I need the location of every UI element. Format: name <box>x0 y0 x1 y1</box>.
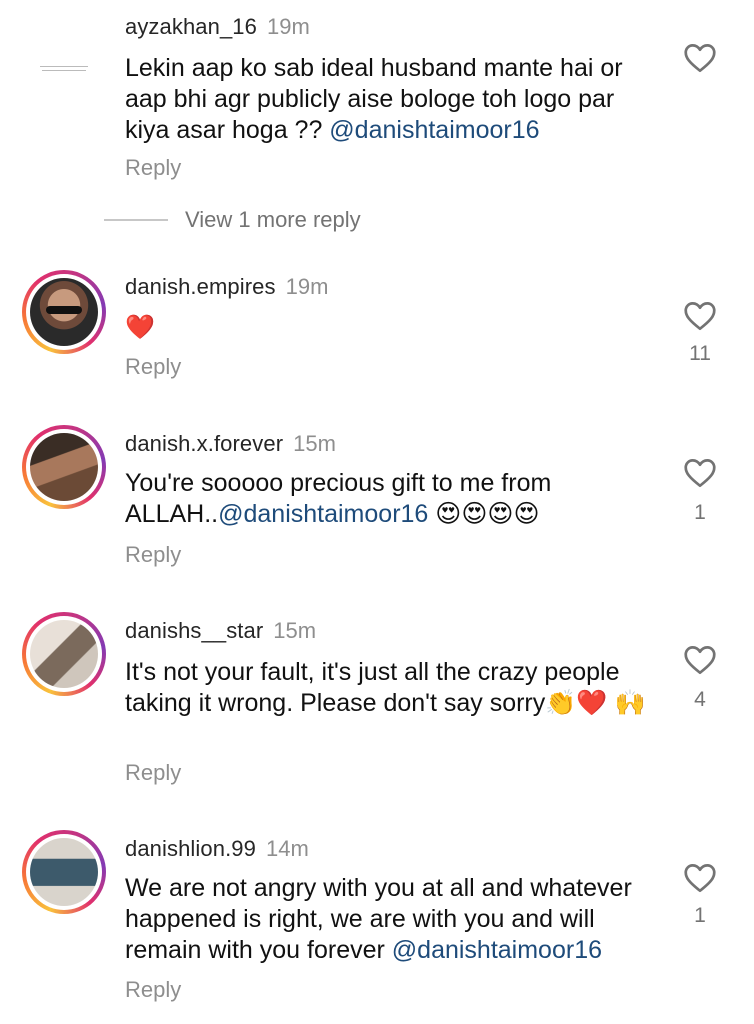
avatar[interactable] <box>22 270 106 354</box>
like-count: 1 <box>694 904 706 927</box>
comment-header: danish.x.forever 15m <box>125 431 336 457</box>
view-more-replies-button[interactable]: View 1 more reply <box>185 207 361 233</box>
comment-header: ayzakhan_16 19m <box>125 14 310 40</box>
comment-header: danish.empires 19m <box>125 274 328 300</box>
comment-body: ❤️ <box>125 314 155 341</box>
username[interactable]: danishlion.99 <box>125 836 256 861</box>
emoji-text: 😍😍😍😍 <box>428 500 540 528</box>
timestamp: 19m <box>285 274 329 299</box>
avatar[interactable] <box>30 36 98 104</box>
reply-button[interactable]: Reply <box>125 977 181 1003</box>
like-count: 11 <box>689 342 711 365</box>
like-count: 1 <box>694 501 706 524</box>
heart-outline-icon[interactable] <box>682 298 718 334</box>
username[interactable]: danishs__star <box>125 618 263 643</box>
avatar[interactable] <box>22 425 106 509</box>
heart-outline-icon[interactable] <box>682 642 718 678</box>
reply-button[interactable]: Reply <box>125 354 181 380</box>
timestamp: 15m <box>293 431 336 456</box>
comment-header: danishlion.99 14m <box>125 836 309 862</box>
mention-link[interactable]: @danishtaimoor16 <box>329 116 539 144</box>
heart-outline-icon[interactable] <box>682 860 718 896</box>
reply-button[interactable]: Reply <box>125 155 181 181</box>
mention-link[interactable]: @danishtaimoor16 <box>218 500 428 528</box>
comment-text: We are not angry with you at all and wha… <box>125 873 655 966</box>
username[interactable]: danish.x.forever <box>125 431 283 456</box>
mention-link[interactable]: @danishtaimoor16 <box>392 936 602 964</box>
heart-outline-icon[interactable] <box>682 455 718 491</box>
timestamp: 14m <box>265 836 309 861</box>
username[interactable]: ayzakhan_16 <box>125 14 257 39</box>
reply-button[interactable]: Reply <box>125 760 181 786</box>
divider-line <box>104 219 168 221</box>
comment-text: ❤️ <box>125 312 655 343</box>
comment-text: Lekin aap ko sab ideal husband mante hai… <box>125 53 655 146</box>
avatar[interactable] <box>22 830 106 914</box>
comment-header: danishs__star 15m <box>125 618 316 644</box>
heart-outline-icon[interactable] <box>682 40 718 76</box>
comment-text: You're sooooo precious gift to me from A… <box>125 468 655 530</box>
reply-button[interactable]: Reply <box>125 542 181 568</box>
like-count: 4 <box>694 688 706 711</box>
comment-body: It's not your fault, it's just all the c… <box>125 658 646 717</box>
username[interactable]: danish.empires <box>125 274 276 299</box>
timestamp: 19m <box>266 14 310 39</box>
timestamp: 15m <box>273 618 317 643</box>
avatar[interactable] <box>22 612 106 696</box>
comment-text: It's not your fault, it's just all the c… <box>125 657 655 719</box>
